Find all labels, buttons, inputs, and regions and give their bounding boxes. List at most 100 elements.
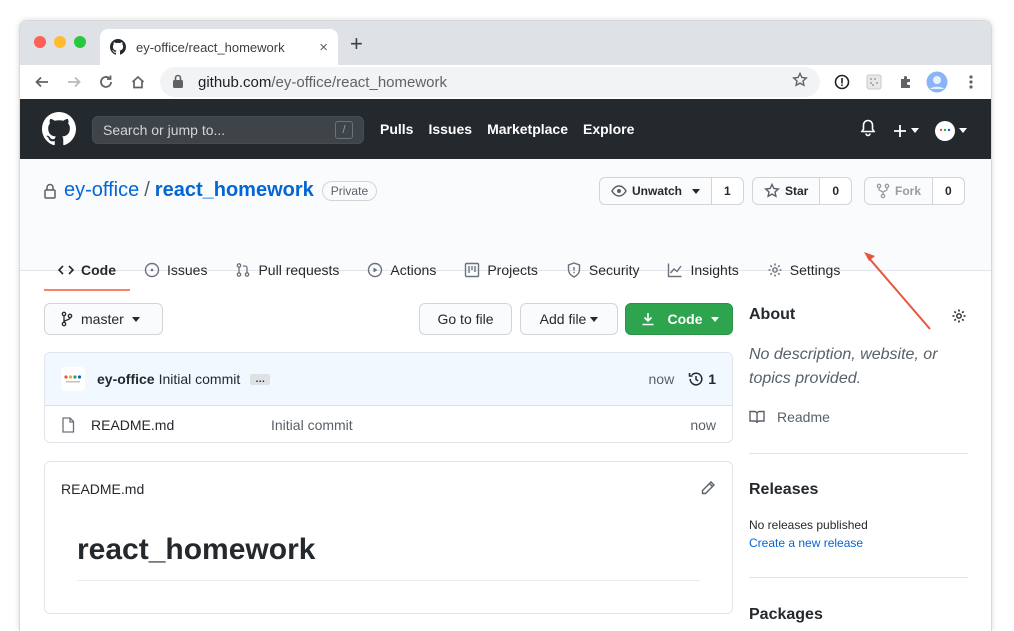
code-dropdown-button[interactable]: Code <box>625 303 733 335</box>
browser-tab[interactable]: ey-office/react_homework × <box>100 29 338 65</box>
search-shortcut-key: / <box>335 121 353 139</box>
nav-explore-link[interactable]: Explore <box>583 121 634 137</box>
readme-filename: README.md <box>61 481 145 497</box>
user-avatar-icon <box>935 120 955 141</box>
profile-avatar-icon[interactable] <box>926 71 948 93</box>
address-bar[interactable]: github.com/ey-office/react_homework <box>160 67 820 97</box>
file-commit-message[interactable]: Initial commit <box>271 417 353 433</box>
sidebar-divider <box>749 453 968 454</box>
notifications-bell-icon[interactable] <box>860 119 876 142</box>
repo-name-link[interactable]: react_homework <box>155 179 314 202</box>
code-button-label: Code <box>667 311 703 327</box>
watchers-count[interactable]: 1 <box>712 178 743 204</box>
maximize-window-button[interactable] <box>74 36 86 48</box>
github-logo-icon[interactable] <box>42 112 76 146</box>
shield-icon <box>567 262 581 278</box>
tab-code[interactable]: Code <box>44 251 130 291</box>
tab-actions[interactable]: Actions <box>353 251 450 291</box>
star-label: Star <box>785 184 809 198</box>
releases-title[interactable]: Releases <box>749 481 818 499</box>
tab-pull-requests[interactable]: Pull requests <box>221 251 353 291</box>
header-actions <box>860 119 967 142</box>
repo-separator: / <box>144 179 150 201</box>
commit-expand-button[interactable]: … <box>250 373 271 385</box>
home-icon[interactable] <box>127 71 149 93</box>
go-to-file-label: Go to file <box>437 311 494 327</box>
file-name-link[interactable]: README.md <box>91 417 271 433</box>
tab-projects[interactable]: Projects <box>450 251 552 291</box>
browser-menu-icon[interactable] <box>960 71 982 93</box>
about-settings-gear-icon[interactable] <box>951 308 967 329</box>
add-file-button[interactable]: Add file <box>520 303 618 335</box>
gear-icon <box>768 263 782 277</box>
user-menu-dropdown[interactable] <box>935 120 967 141</box>
fork-button[interactable]: Fork <box>865 178 934 204</box>
branch-select-button[interactable]: master <box>44 303 163 335</box>
new-tab-button[interactable]: + <box>350 33 363 55</box>
add-file-label: Add file <box>539 311 587 327</box>
play-icon <box>368 262 383 278</box>
commit-author-avatar[interactable] <box>61 367 85 391</box>
readme-link-label: Readme <box>777 409 830 425</box>
about-description: No description, website, or topics provi… <box>749 346 938 387</box>
bookmark-star-icon[interactable] <box>792 71 808 93</box>
github-favicon-icon <box>110 39 126 55</box>
file-row: README.md Initial commit now <box>45 406 732 442</box>
readme-panel: README.md react_homework <box>44 461 733 614</box>
tab-label: Actions <box>390 262 437 278</box>
github-search-input[interactable]: Search or jump to... / <box>92 116 364 144</box>
browser-toolbar: github.com/ey-office/react_homework <box>20 65 991 99</box>
watch-button-group: Unwatch 1 <box>599 177 744 205</box>
fork-icon <box>876 183 890 199</box>
stars-count[interactable]: 0 <box>820 178 852 204</box>
close-window-button[interactable] <box>34 36 46 48</box>
star-button-group: Star 0 <box>752 177 853 205</box>
go-to-file-button[interactable]: Go to file <box>419 303 512 335</box>
nav-pulls-link[interactable]: Pulls <box>380 121 413 137</box>
nav-marketplace-link[interactable]: Marketplace <box>487 121 568 137</box>
info-extension-icon[interactable] <box>831 71 853 93</box>
tab-label: Pull requests <box>258 262 340 278</box>
readme-heading: react_homework <box>77 533 316 566</box>
caret-down-icon <box>131 316 140 322</box>
create-release-link[interactable]: Create a new release <box>749 536 863 550</box>
edit-pencil-icon[interactable] <box>700 480 716 501</box>
tab-issues[interactable]: Issues <box>130 251 221 291</box>
forks-count[interactable]: 0 <box>933 178 964 204</box>
minimize-window-button[interactable] <box>54 36 66 48</box>
forward-arrow-icon[interactable] <box>63 71 85 93</box>
reload-icon[interactable] <box>95 71 117 93</box>
readme-sidebar-link[interactable]: Readme <box>749 409 830 425</box>
repo-lock-icon <box>44 183 56 199</box>
url-text: github.com/ey-office/react_homework <box>198 74 792 91</box>
repo-title: ey-office / react_homework Private <box>44 179 378 202</box>
search-placeholder: Search or jump to... <box>103 122 226 138</box>
packages-title[interactable]: Packages <box>749 606 823 624</box>
readme-divider <box>77 580 700 581</box>
git-branch-icon <box>61 311 73 327</box>
star-button[interactable]: Star <box>753 178 821 204</box>
browser-window: ey-office/react_homework × + github.com/… <box>19 20 992 631</box>
unwatch-button[interactable]: Unwatch <box>600 178 713 204</box>
tab-settings[interactable]: Settings <box>753 251 855 291</box>
repo-tabs: Code Issues Pull requests Actions Projec… <box>44 251 854 291</box>
latest-commit-row: ey-office Initial commit … now 1 <box>45 353 732 406</box>
commit-author[interactable]: ey-office <box>97 371 155 387</box>
back-arrow-icon[interactable] <box>31 71 53 93</box>
nav-issues-link[interactable]: Issues <box>428 121 472 137</box>
commit-message[interactable]: Initial commit <box>159 371 241 387</box>
tab-close-icon[interactable]: × <box>319 39 328 56</box>
download-icon <box>642 313 653 326</box>
tab-insights[interactable]: Insights <box>653 251 752 291</box>
puzzle-extensions-icon[interactable] <box>895 71 917 93</box>
tab-security[interactable]: Security <box>552 251 654 291</box>
sidebar-divider <box>749 577 968 578</box>
grid-extension-icon[interactable] <box>863 71 885 93</box>
create-new-dropdown[interactable] <box>892 123 919 139</box>
tab-label: Insights <box>690 262 739 278</box>
url-path: /ey-office/react_homework <box>271 73 448 91</box>
browser-titlebar: ey-office/react_homework × + <box>20 21 991 65</box>
commit-history-link[interactable]: 1 <box>688 371 716 387</box>
caret-down-icon <box>692 188 701 194</box>
repo-owner-link[interactable]: ey-office <box>64 179 139 202</box>
